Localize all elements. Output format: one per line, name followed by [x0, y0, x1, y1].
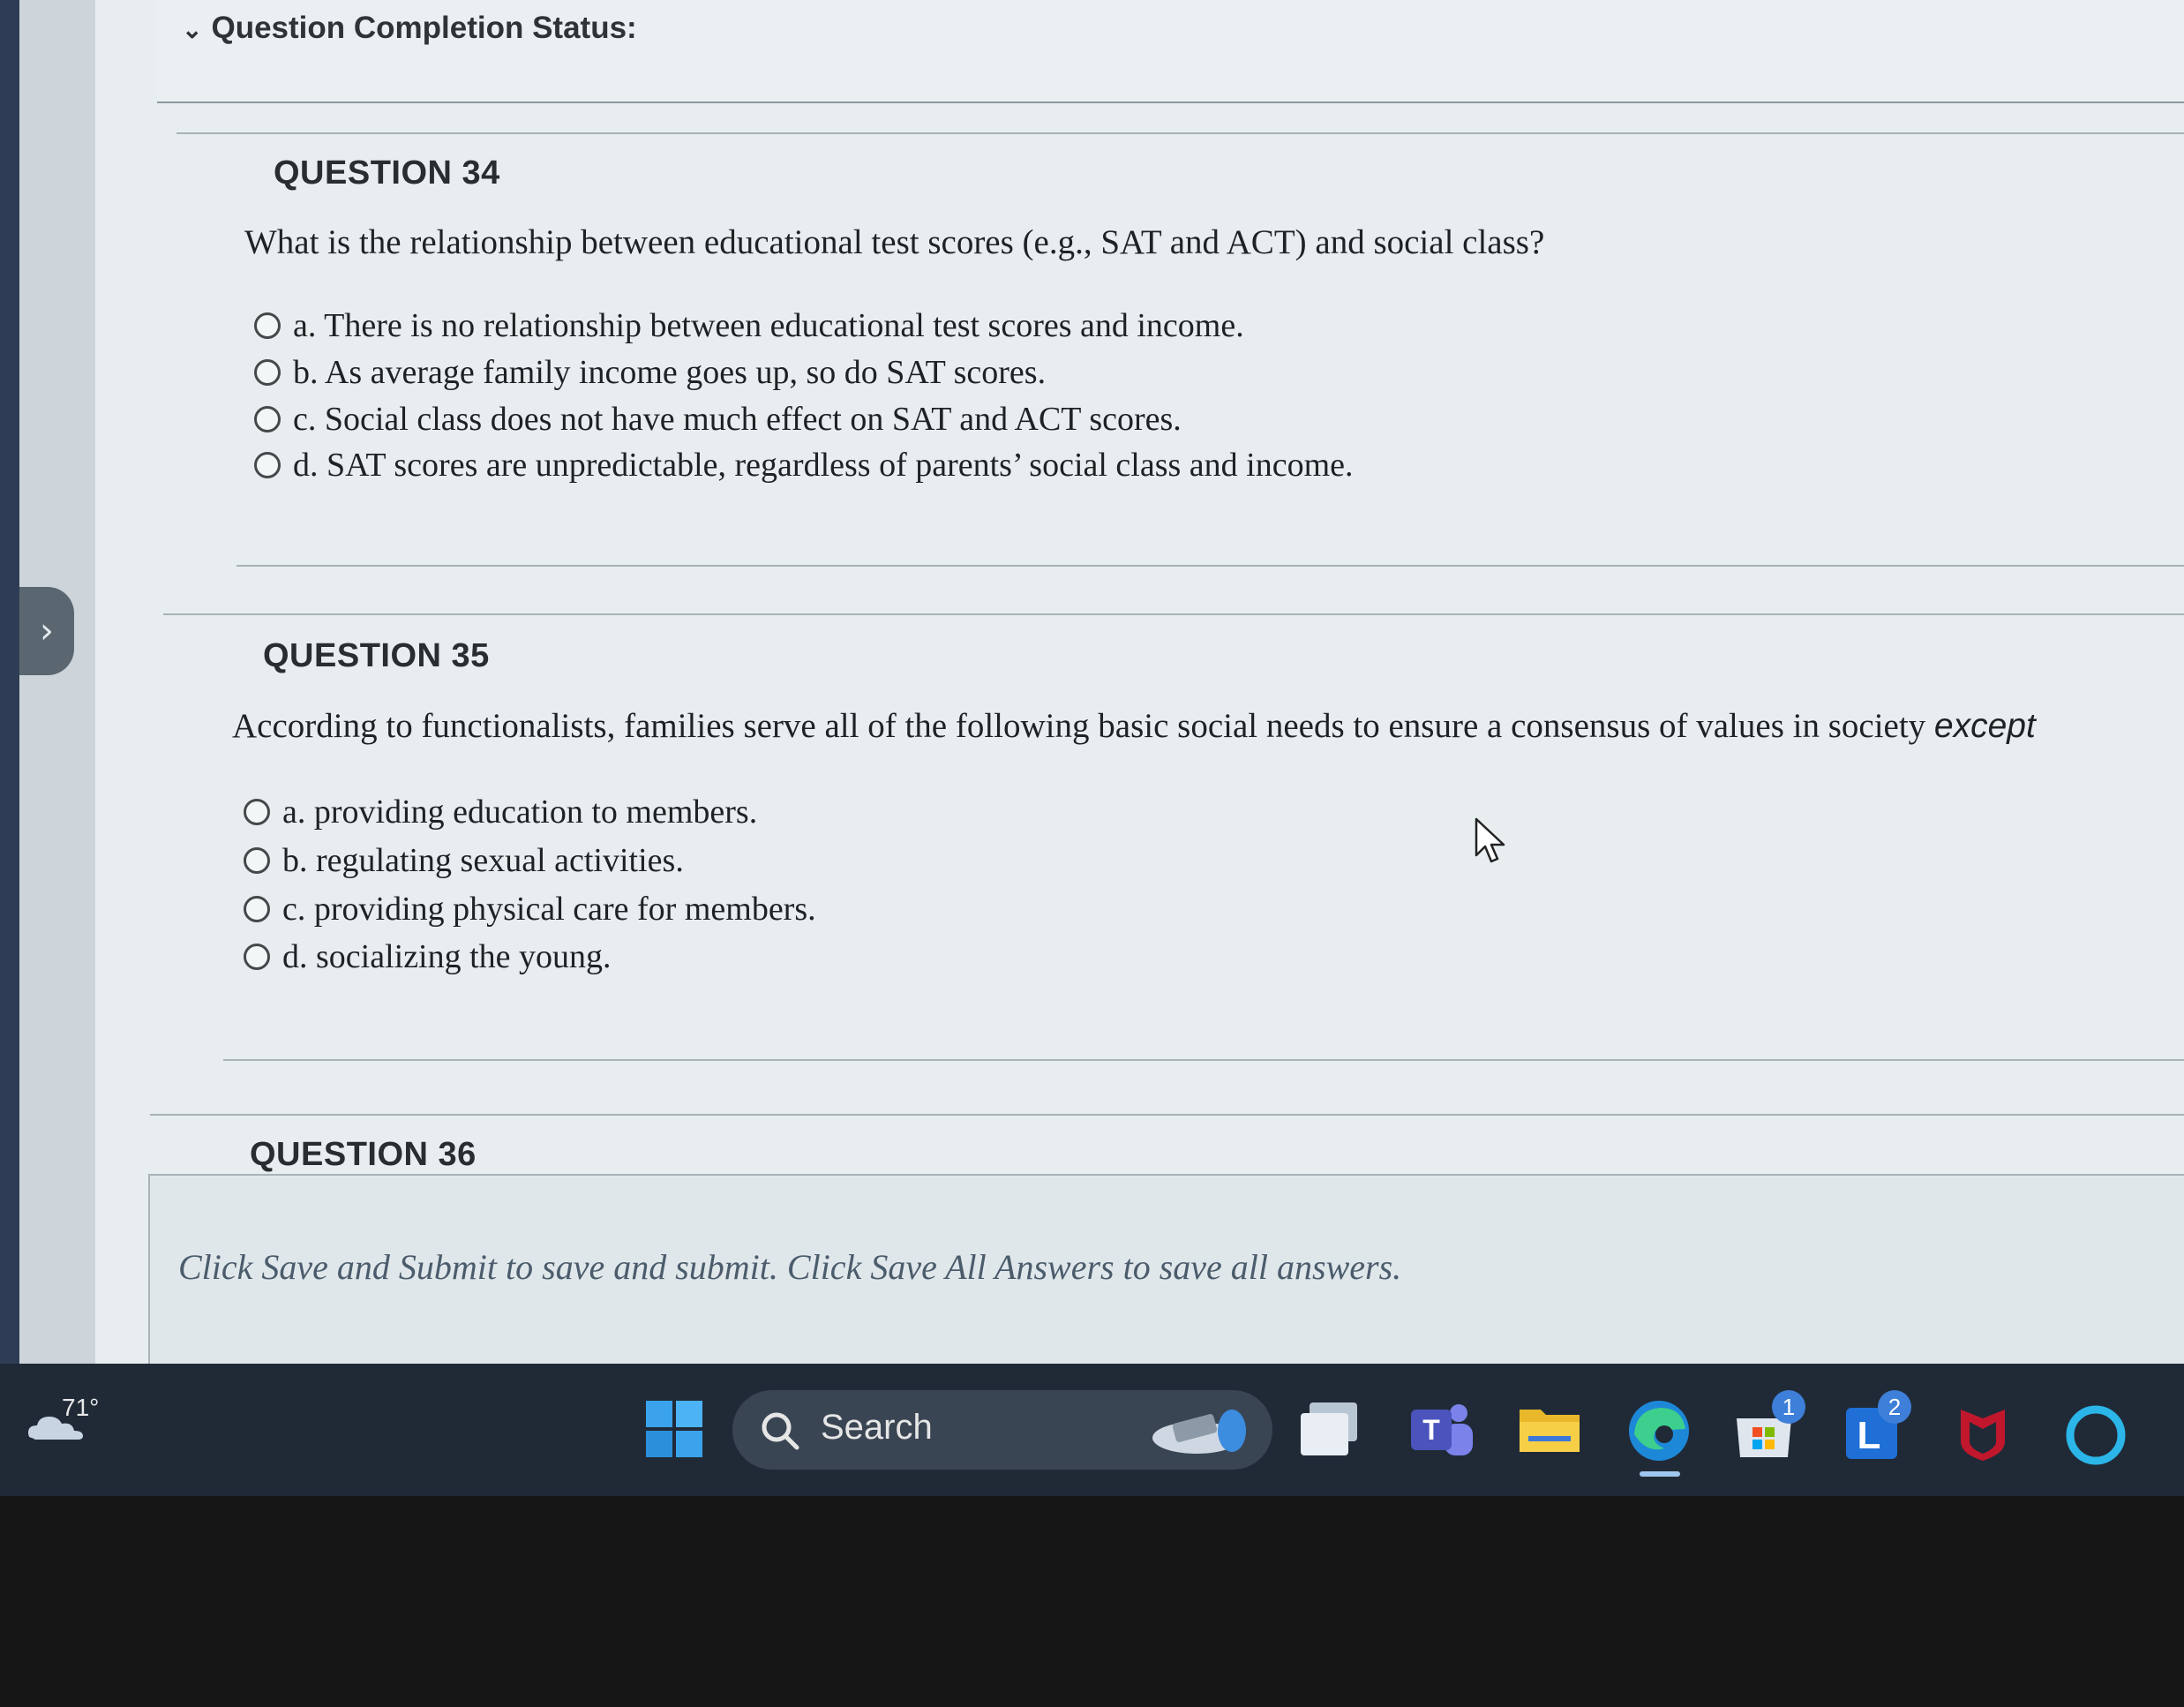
option-label: b. regulating sexual activities. [282, 842, 684, 879]
option-label: c. providing physical care for members. [282, 891, 816, 928]
windows-start-icon[interactable] [644, 1399, 704, 1459]
radio-button[interactable] [254, 406, 281, 432]
question-34-option-a[interactable]: a. There is no relationship between educ… [254, 306, 1244, 345]
question-35-text-emphasis: except [1933, 707, 2036, 745]
submit-instructions: Click Save and Submit to save and submit… [178, 1247, 1402, 1287]
taskbar-search-box[interactable]: Search [732, 1390, 1272, 1470]
radio-button[interactable] [244, 799, 270, 825]
taskbar: 71° Search T 1 L 2 [0, 1364, 2184, 1496]
svg-text:T: T [1422, 1414, 1440, 1446]
question-35-text-main: According to functionalists, families se… [232, 707, 1926, 745]
question-35-option-c[interactable]: c. providing physical care for members. [244, 890, 816, 929]
question-completion-status-toggle[interactable]: ⌄ Question Completion Status: [182, 11, 637, 46]
question-34-option-d[interactable]: d. SAT scores are unpredictable, regardl… [254, 446, 1354, 485]
circle-app-icon[interactable] [2063, 1402, 2128, 1468]
radio-button[interactable] [254, 359, 281, 386]
divider [223, 1059, 2184, 1061]
option-label: a. There is no relationship between educ… [293, 307, 1244, 344]
expand-panel-button[interactable]: › [19, 587, 74, 675]
question-35-option-d[interactable]: d. socializing the young. [244, 937, 612, 976]
question-36-heading: QUESTION 36 [250, 1136, 477, 1173]
search-label: Search [821, 1408, 933, 1447]
divider [176, 132, 2184, 134]
question-35-heading: QUESTION 35 [263, 637, 490, 674]
radio-button[interactable] [244, 944, 270, 970]
radio-button[interactable] [254, 312, 281, 339]
question-34-option-b[interactable]: b. As average family income goes up, so … [254, 353, 1046, 392]
submit-instructions-panel: Click Save and Submit to save and submit… [148, 1174, 2184, 1364]
divider [150, 1114, 2184, 1116]
option-label: a. providing education to members. [282, 793, 758, 831]
app-l-notification-badge: 2 [1878, 1390, 1911, 1424]
question-completion-status-bar: ⌄ Question Completion Status: [157, 0, 2184, 103]
window-edge [0, 0, 19, 1364]
question-34-heading: QUESTION 34 [274, 154, 500, 192]
option-label: b. As average family income goes up, so … [293, 354, 1047, 391]
option-label: d. SAT scores are unpredictable, regardl… [293, 447, 1354, 484]
copilot-icon[interactable] [1147, 1397, 1260, 1463]
teams-icon[interactable]: T [1407, 1399, 1475, 1461]
store-notification-badge: 1 [1772, 1390, 1805, 1424]
status-title: Question Completion Status: [211, 11, 637, 45]
question-35-option-a[interactable]: a. providing education to members. [244, 793, 757, 831]
mouse-pointer-icon [1475, 817, 1505, 863]
question-34-option-c[interactable]: c. Social class does not have much effec… [254, 400, 1182, 439]
question-34-text: What is the relationship between educati… [244, 223, 1545, 261]
active-app-indicator [1640, 1471, 1680, 1477]
question-35-text: According to functionalists, families se… [232, 706, 2036, 746]
weather-temperature: 71° [62, 1394, 100, 1421]
browser-viewport: › ⌄ Question Completion Status: QUESTION … [0, 0, 2184, 1364]
weather-widget[interactable]: 71° [26, 1394, 99, 1443]
mcafee-icon[interactable] [1954, 1402, 2012, 1464]
chevron-down-icon: ⌄ [182, 16, 203, 43]
monitor-bezel [0, 1496, 2184, 1707]
file-explorer-icon[interactable] [1516, 1401, 1583, 1457]
edge-icon[interactable] [1624, 1395, 1694, 1466]
divider [236, 565, 2184, 567]
divider [163, 613, 2184, 615]
radio-button[interactable] [244, 896, 270, 922]
svg-text:L: L [1858, 1414, 1881, 1457]
radio-button[interactable] [244, 847, 270, 874]
left-rail [19, 0, 95, 1364]
chevron-right-icon: › [40, 611, 54, 651]
task-view-icon[interactable] [1297, 1401, 1361, 1459]
option-label: c. Social class does not have much effec… [293, 401, 1182, 438]
search-icon [762, 1412, 799, 1450]
option-label: d. socializing the young. [282, 938, 612, 975]
radio-button[interactable] [254, 452, 281, 478]
question-35-option-b[interactable]: b. regulating sexual activities. [244, 841, 684, 880]
